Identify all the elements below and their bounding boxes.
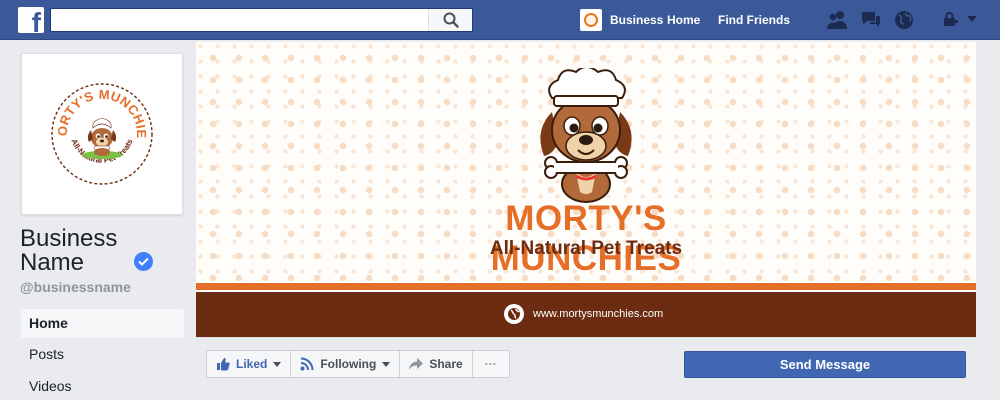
verified-badge-icon (134, 252, 153, 271)
facebook-logo-letter: f (31, 7, 41, 34)
lock-icon[interactable] (942, 11, 958, 27)
send-message-button[interactable]: Send Message (684, 351, 966, 378)
following-label: Following (320, 357, 377, 371)
liked-chevron-down-icon (273, 361, 282, 367)
search-icon (443, 12, 459, 28)
nav-home-link[interactable]: Home (667, 13, 700, 27)
nav-profile-link[interactable]: Business (580, 7, 663, 33)
nav-find-friends-link[interactable]: Find Friends (718, 13, 790, 27)
nav-icon-group (826, 10, 914, 30)
rss-feed-icon (300, 357, 314, 371)
cover-photo[interactable]: MORTY'S MUNCHIES All-Natural Pet Treats (196, 42, 976, 338)
nav-profile-avatar (580, 9, 602, 31)
liked-button[interactable]: Liked (206, 350, 292, 378)
more-options-button[interactable]: ··· (471, 350, 510, 378)
sidebar-item-videos[interactable]: Videos (21, 372, 184, 400)
sidebar-item-home[interactable]: Home (21, 309, 184, 338)
top-navigation-bar: f Business Home Find Friends (0, 0, 1000, 40)
cover-website: www.mortysmunchies.com (533, 308, 664, 320)
chevron-down-icon[interactable] (966, 15, 978, 23)
profile-picture[interactable]: MORTY'S MUNCHIES All-Natural Pet Treats (21, 53, 183, 215)
following-button[interactable]: Following (290, 350, 401, 378)
liked-label: Liked (236, 357, 268, 371)
friend-requests-icon[interactable] (826, 10, 848, 30)
nav-account-controls (942, 11, 978, 27)
facebook-logo[interactable]: f (18, 7, 44, 33)
page-username: @businessname (20, 279, 131, 295)
page-name: Business Name (20, 225, 118, 276)
globe-icon (504, 304, 524, 324)
notifications-globe-icon[interactable] (894, 10, 914, 30)
chef-dog-mascot-logo (540, 68, 632, 203)
share-label: Share (429, 357, 463, 371)
sidebar-item-posts[interactable]: Posts (21, 340, 184, 369)
page-action-bar: Liked Following Share ··· (206, 350, 510, 378)
share-arrow-icon (409, 358, 424, 370)
search-input[interactable] (51, 9, 431, 31)
share-button[interactable]: Share (399, 350, 473, 378)
cover-orange-stripe (196, 283, 976, 290)
nav-profile-label: Business (610, 13, 664, 27)
cover-tagline: All-Natural Pet Treats (489, 238, 683, 259)
more-options-icon: ··· (484, 357, 497, 371)
thumbs-up-icon (217, 358, 230, 371)
following-chevron-down-icon (382, 361, 391, 367)
messages-icon[interactable] (860, 10, 882, 30)
search-box (50, 8, 473, 32)
search-button[interactable] (428, 9, 472, 31)
mortys-munchies-badge-logo: MORTY'S MUNCHIES All-Natural Pet Treats (50, 82, 153, 185)
